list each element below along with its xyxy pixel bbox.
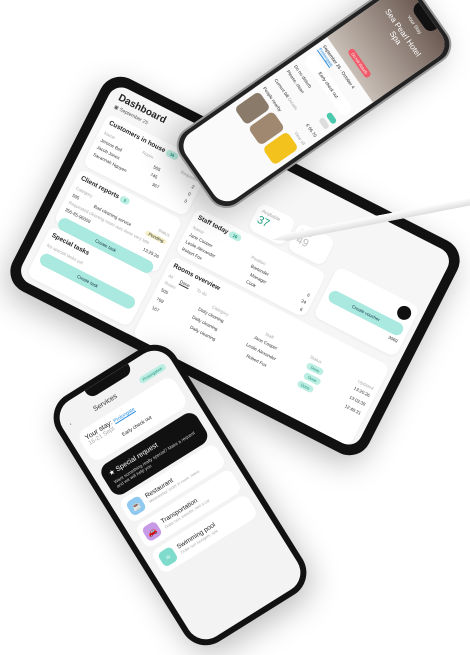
- car-icon: 🚗: [140, 520, 164, 543]
- avatar[interactable]: [394, 303, 414, 323]
- cell: 2: [191, 183, 196, 190]
- pool-icon: ≈: [156, 545, 179, 568]
- cell: 167: [151, 304, 161, 313]
- bill-label: Current bill: [273, 77, 291, 99]
- back-icon[interactable]: ‹: [68, 421, 73, 428]
- count-badge: 3: [118, 194, 132, 206]
- cell: Cook: [245, 278, 258, 288]
- cell: 0: [187, 190, 192, 197]
- cell: 6: [306, 291, 312, 298]
- bill-amount: € 66.70: [305, 122, 319, 138]
- bill-details[interactable]: Details: [287, 96, 299, 110]
- voucher-code: 3069: [387, 334, 399, 344]
- restaurant-icon: ☕: [125, 494, 148, 517]
- cell: 367: [151, 181, 161, 190]
- cell: 0: [183, 197, 189, 204]
- cell: 6: [299, 306, 304, 312]
